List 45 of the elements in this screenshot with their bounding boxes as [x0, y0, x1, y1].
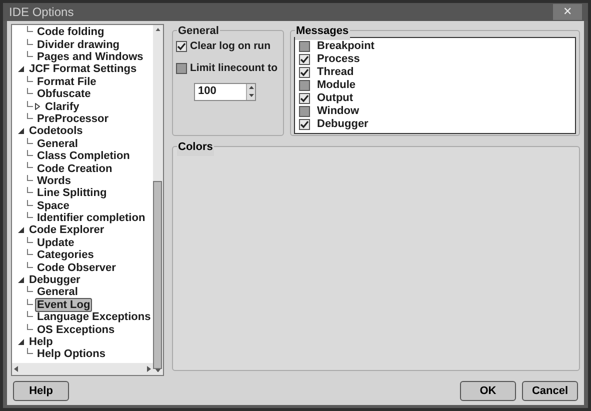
tree-item[interactable]: Update [35, 236, 76, 250]
tree-item[interactable]: Class Completion [35, 149, 132, 164]
tree-item[interactable]: Divider drawing [35, 38, 122, 52]
checkbox-label: Clear log on run [190, 39, 271, 54]
tree-item[interactable]: Pages and Windows [35, 50, 146, 64]
message-type-label: Window [317, 104, 360, 119]
message-type-label: Debugger [317, 117, 368, 132]
group-title: Messages [295, 23, 350, 40]
help-button[interactable]: Help [13, 381, 69, 401]
message-type-label: Process [317, 52, 360, 67]
tree-item[interactable]: Identifier completion [35, 211, 148, 226]
group-title: Colors [177, 139, 214, 156]
tree-item[interactable]: OS Exceptions [35, 322, 117, 337]
tree-item[interactable]: Words [35, 174, 74, 188]
tree-item[interactable]: Codetools [27, 124, 85, 138]
tree-item[interactable]: Language Exceptions [35, 310, 153, 324]
tree-item[interactable]: Obfuscate [35, 87, 93, 102]
tree-item[interactable]: Code Observer [35, 260, 118, 275]
tree-item[interactable]: JCF Format Settings [27, 62, 139, 76]
cancel-button[interactable]: Cancel [522, 381, 578, 401]
tree-item[interactable]: Format File [35, 74, 98, 89]
linecount-spinbox[interactable]: 100 [194, 82, 256, 100]
tree-item[interactable]: Help Options [35, 347, 108, 362]
tree-item[interactable]: Debugger [27, 273, 82, 288]
checkbox-label: Limit linecount to [190, 60, 278, 76]
tree-item[interactable]: Space [35, 198, 72, 213]
tree-item[interactable]: PreProcessor [35, 112, 111, 126]
linecount-value: 100 [198, 84, 216, 100]
tree-item[interactable]: General [35, 136, 80, 151]
ok-button[interactable]: OK [460, 381, 516, 401]
window-title: IDE Options [9, 4, 74, 21]
message-type-label: Breakpoint [317, 39, 374, 54]
message-type-label: Thread [317, 65, 354, 80]
tree-item[interactable]: Code folding [35, 25, 106, 40]
tree-item[interactable]: Line Splitting [35, 186, 109, 200]
message-type-label: Module [317, 78, 356, 93]
tree-item[interactable]: Code Creation [35, 162, 114, 176]
tree-item[interactable]: Categories [35, 248, 96, 262]
tree-item[interactable]: General [35, 285, 80, 300]
tree-item[interactable]: Event Log [35, 298, 92, 312]
tree-item[interactable]: Code Explorer [27, 223, 106, 238]
tree-item[interactable]: Help [27, 334, 55, 349]
close-button[interactable]: ✕ [553, 4, 582, 20]
tree-item[interactable]: Clarify [43, 100, 82, 114]
message-type-label: Output [317, 91, 354, 106]
